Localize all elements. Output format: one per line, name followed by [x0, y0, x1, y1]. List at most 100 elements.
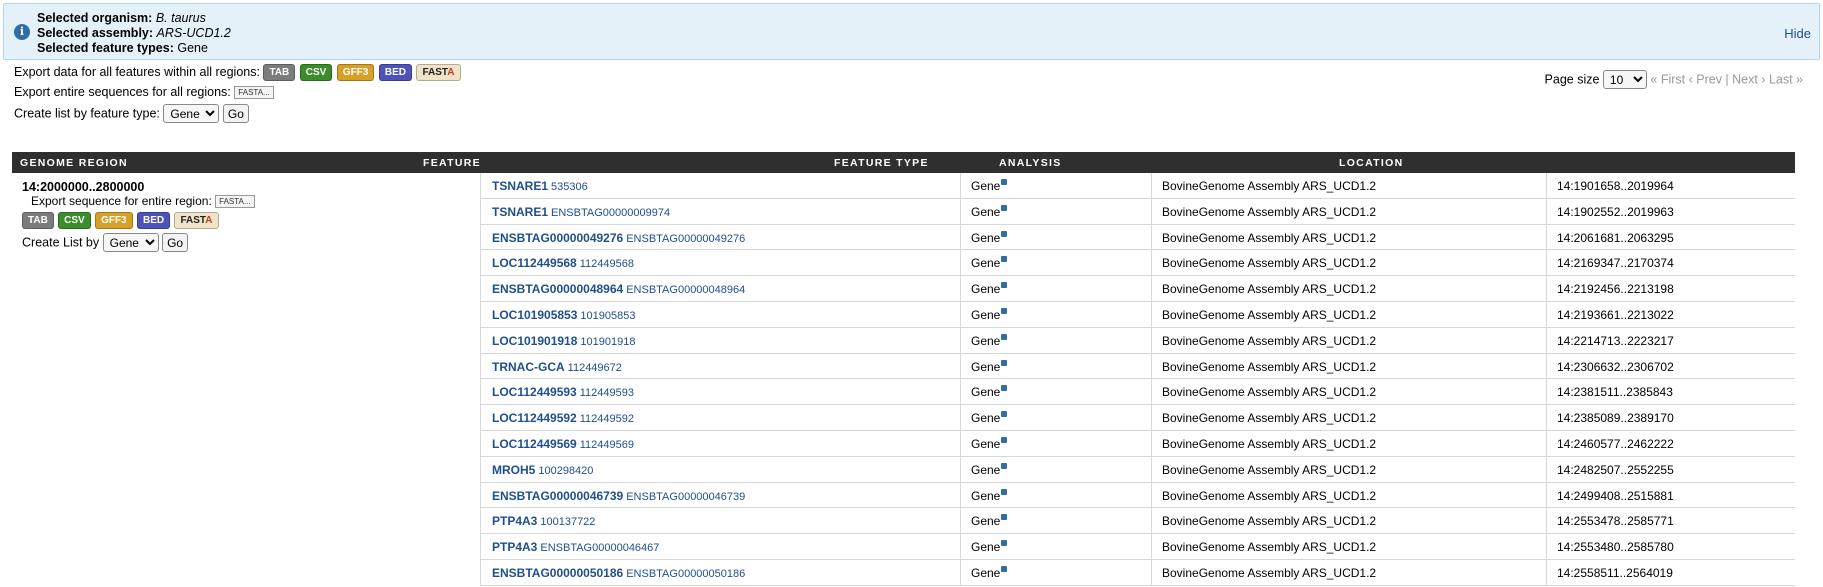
feature-type-text: Gene [971, 436, 1001, 451]
hide-link[interactable]: Hide [1784, 26, 1811, 41]
feature-type-text: Gene [971, 411, 1001, 426]
info-icon[interactable] [1001, 333, 1008, 340]
feature-cell[interactable]: LOC112449593 112449593 [492, 385, 634, 399]
region-csv-button[interactable]: CSV [58, 212, 91, 229]
feature-cell[interactable]: LOC112449569 112449569 [492, 437, 634, 451]
feature-symbol-link[interactable]: LOC101901918 [492, 334, 577, 348]
feature-id-link[interactable]: 100137722 [540, 516, 595, 528]
feature-cell[interactable]: TSNARE1 535306 [492, 179, 588, 193]
header-feature-type: FEATURE TYPE [834, 157, 929, 169]
feature-cell[interactable]: ENSBTAG00000049276 ENSBTAG00000049276 [492, 231, 745, 245]
feature-symbol-link[interactable]: ENSBTAG00000048964 [492, 282, 623, 296]
feature-id-link[interactable]: 101905853 [580, 310, 635, 322]
feature-id-link[interactable]: 100298420 [538, 465, 593, 477]
feature-cell[interactable]: ENSBTAG00000046739 ENSBTAG00000046739 [492, 489, 745, 503]
feature-id-link[interactable]: ENSBTAG00000046739 [626, 491, 745, 503]
feature-cell[interactable]: LOC112449592 112449592 [492, 411, 634, 425]
feature-cell[interactable]: MROH5 100298420 [492, 463, 593, 477]
feature-cell[interactable]: LOC101901918 101901918 [492, 334, 635, 348]
info-icon[interactable] [1001, 488, 1008, 495]
pager-navigation[interactable]: « First ‹ Prev | Next › Last » [1650, 73, 1803, 87]
feature-symbol-link[interactable]: LOC112449568 [492, 256, 577, 270]
feature-symbol-link[interactable]: TSNARE1 [492, 205, 548, 219]
feature-cell[interactable]: LOC101905853 101905853 [492, 308, 635, 322]
location-cell: 14:2482507..2552255 [1557, 462, 1674, 477]
create-list-go-button[interactable]: Go [222, 104, 249, 123]
info-icon[interactable] [1001, 385, 1008, 392]
feature-id-link[interactable]: ENSBTAG00000048964 [626, 284, 745, 296]
analysis-cell: BovineGenome Assembly ARS_UCD1.2 [1162, 282, 1377, 297]
export-fasta-button[interactable]: FASTA [416, 64, 461, 81]
analysis-cell: BovineGenome Assembly ARS_UCD1.2 [1162, 204, 1377, 219]
feature-type-select[interactable]: Gene [163, 104, 220, 123]
table-row: ENSBTAG00000050186 ENSBTAG00000050186 Gene… [481, 560, 1795, 586]
feature-symbol-link[interactable]: TSNARE1 [492, 179, 548, 193]
feature-id-link[interactable]: 112449568 [580, 258, 634, 270]
info-icon[interactable] [1001, 514, 1008, 521]
info-icon[interactable] [1001, 359, 1008, 366]
feature-symbol-link[interactable]: TRNAC-GCA [492, 360, 565, 374]
region-create-list-go-button[interactable]: Go [162, 233, 189, 252]
region-bed-button[interactable]: BED [136, 212, 171, 229]
region-feature-type-select[interactable]: Gene [102, 233, 159, 252]
feature-id-link[interactable]: ENSBTAG00000009974 [551, 207, 670, 219]
feature-id-link[interactable]: 535306 [551, 181, 588, 193]
region-fasta-button[interactable]: FASTA... [215, 195, 255, 208]
table-row: TRNAC-GCA 112449672 Gene BovineGenome Assem… [481, 354, 1795, 380]
feature-cell[interactable]: ENSBTAG00000050186 ENSBTAG00000050186 [492, 566, 745, 580]
feature-cell[interactable]: TSNARE1 ENSBTAG00000009974 [492, 205, 670, 219]
feature-id-link[interactable]: 112449593 [580, 387, 634, 399]
info-icon[interactable] [1001, 256, 1008, 263]
feature-symbol-link[interactable]: LOC112449592 [492, 411, 577, 425]
export-tab-button[interactable]: TAB [263, 64, 296, 81]
export-csv-button[interactable]: CSV [299, 64, 333, 81]
info-icon[interactable] [1001, 230, 1008, 237]
info-icon[interactable] [1001, 411, 1008, 418]
info-icon[interactable] [1001, 540, 1008, 547]
info-icon[interactable] [1001, 307, 1008, 314]
feature-cell[interactable]: LOC112449568 112449568 [492, 256, 634, 270]
feature-symbol-link[interactable]: LOC112449569 [492, 437, 577, 451]
feature-cell[interactable]: PTP4A3 100137722 [492, 514, 595, 528]
region-tab-button[interactable]: TAB [22, 212, 54, 229]
feature-id-link[interactable]: ENSBTAG00000049276 [626, 233, 745, 245]
feature-symbol-link[interactable]: MROH5 [492, 463, 535, 477]
feature-cell[interactable]: ENSBTAG00000048964 ENSBTAG00000048964 [492, 282, 745, 296]
export-bed-button[interactable]: BED [378, 64, 412, 81]
info-icon[interactable] [1001, 565, 1008, 572]
feature-id-link[interactable]: 101901918 [580, 336, 635, 348]
feature-type-text: Gene [971, 462, 1001, 477]
feature-type-cell: Gene [971, 385, 1008, 399]
feature-type-text: Gene [971, 204, 1001, 219]
feature-cell[interactable]: PTP4A3 ENSBTAG00000046467 [492, 540, 659, 554]
feature-type-cell: Gene [971, 540, 1008, 554]
feature-symbol-link[interactable]: ENSBTAG00000046739 [492, 489, 623, 503]
info-icon[interactable] [1001, 282, 1008, 289]
feature-symbol-link[interactable]: PTP4A3 [492, 540, 537, 554]
page-size-select[interactable]: 10 [1602, 70, 1647, 89]
feature-id-link[interactable]: 112449569 [580, 439, 634, 451]
feature-symbol-link[interactable]: PTP4A3 [492, 514, 537, 528]
info-icon[interactable] [1001, 179, 1008, 185]
info-icon[interactable] [1001, 204, 1008, 211]
analysis-cell: BovineGenome Assembly ARS_UCD1.2 [1162, 411, 1377, 426]
feature-symbol-link[interactable]: LOC101905853 [492, 308, 577, 322]
analysis-cell: BovineGenome Assembly ARS_UCD1.2 [1162, 565, 1377, 580]
feature-symbol-link[interactable]: LOC112449593 [492, 385, 577, 399]
feature-symbol-link[interactable]: ENSBTAG00000049276 [492, 231, 623, 245]
info-icon[interactable] [1001, 436, 1008, 443]
export-gff3-button[interactable]: GFF3 [336, 64, 375, 81]
feature-symbol-link[interactable]: ENSBTAG00000050186 [492, 566, 623, 580]
feature-cell[interactable]: TRNAC-GCA 112449672 [492, 360, 622, 374]
region-gff3-button[interactable]: GFF3 [95, 212, 133, 229]
export-sequences-fasta-button[interactable]: FASTA... [234, 86, 274, 99]
feature-id-link[interactable]: ENSBTAG00000046467 [540, 542, 659, 554]
feature-id-link[interactable]: 112449672 [568, 362, 622, 374]
feature-type-cell: Gene [971, 256, 1008, 270]
region-fasta-export-button[interactable]: FASTA [174, 212, 219, 229]
create-list-row: Create list by feature type: Gene Go [14, 104, 249, 123]
feature-id-link[interactable]: ENSBTAG00000050186 [626, 568, 745, 580]
info-icon[interactable] [1001, 462, 1008, 469]
feature-id-link[interactable]: 112449592 [580, 413, 634, 425]
table-row: MROH5 100298420 Gene BovineGenome Assembly … [481, 457, 1795, 483]
